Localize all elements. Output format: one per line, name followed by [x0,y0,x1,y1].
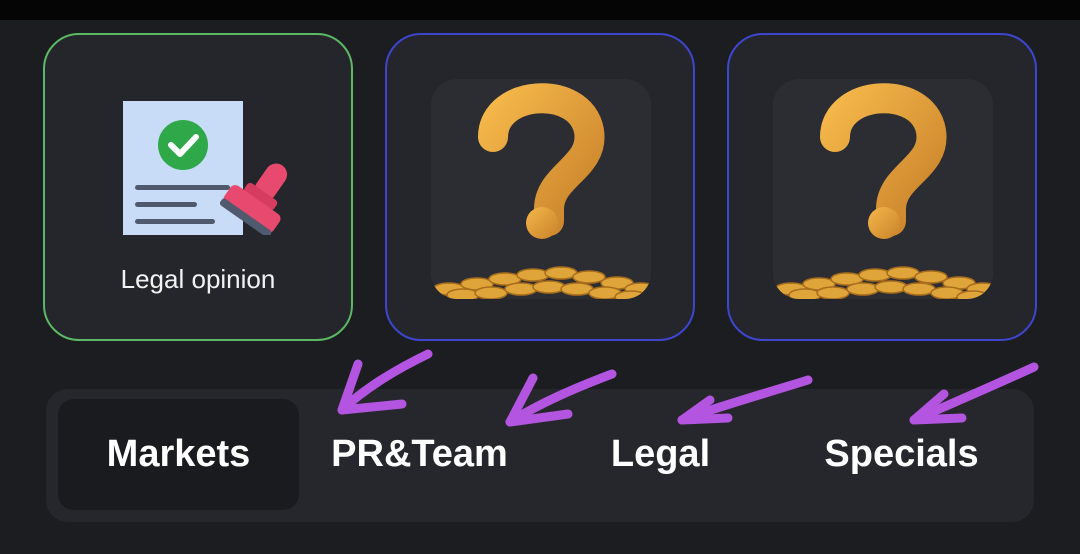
card-legal-opinion[interactable]: Legal opinion [43,33,353,341]
top-status-strip [0,0,1080,20]
card-locked-mystery[interactable] [727,33,1037,341]
tab-pr-team[interactable]: PR&Team [299,399,540,510]
card-label: Legal opinion [120,264,276,294]
question-coins-icon [773,79,993,299]
tab-specials[interactable]: Specials [781,399,1022,510]
tab-markets[interactable]: Markets [58,399,299,510]
card-locked-mystery[interactable] [385,33,695,341]
legal-document-stamp-icon [45,65,351,255]
tab-legal[interactable]: Legal [540,399,781,510]
category-tab-bar: Markets PR&Team Legal Specials [46,389,1034,522]
question-coins-icon [431,79,651,299]
